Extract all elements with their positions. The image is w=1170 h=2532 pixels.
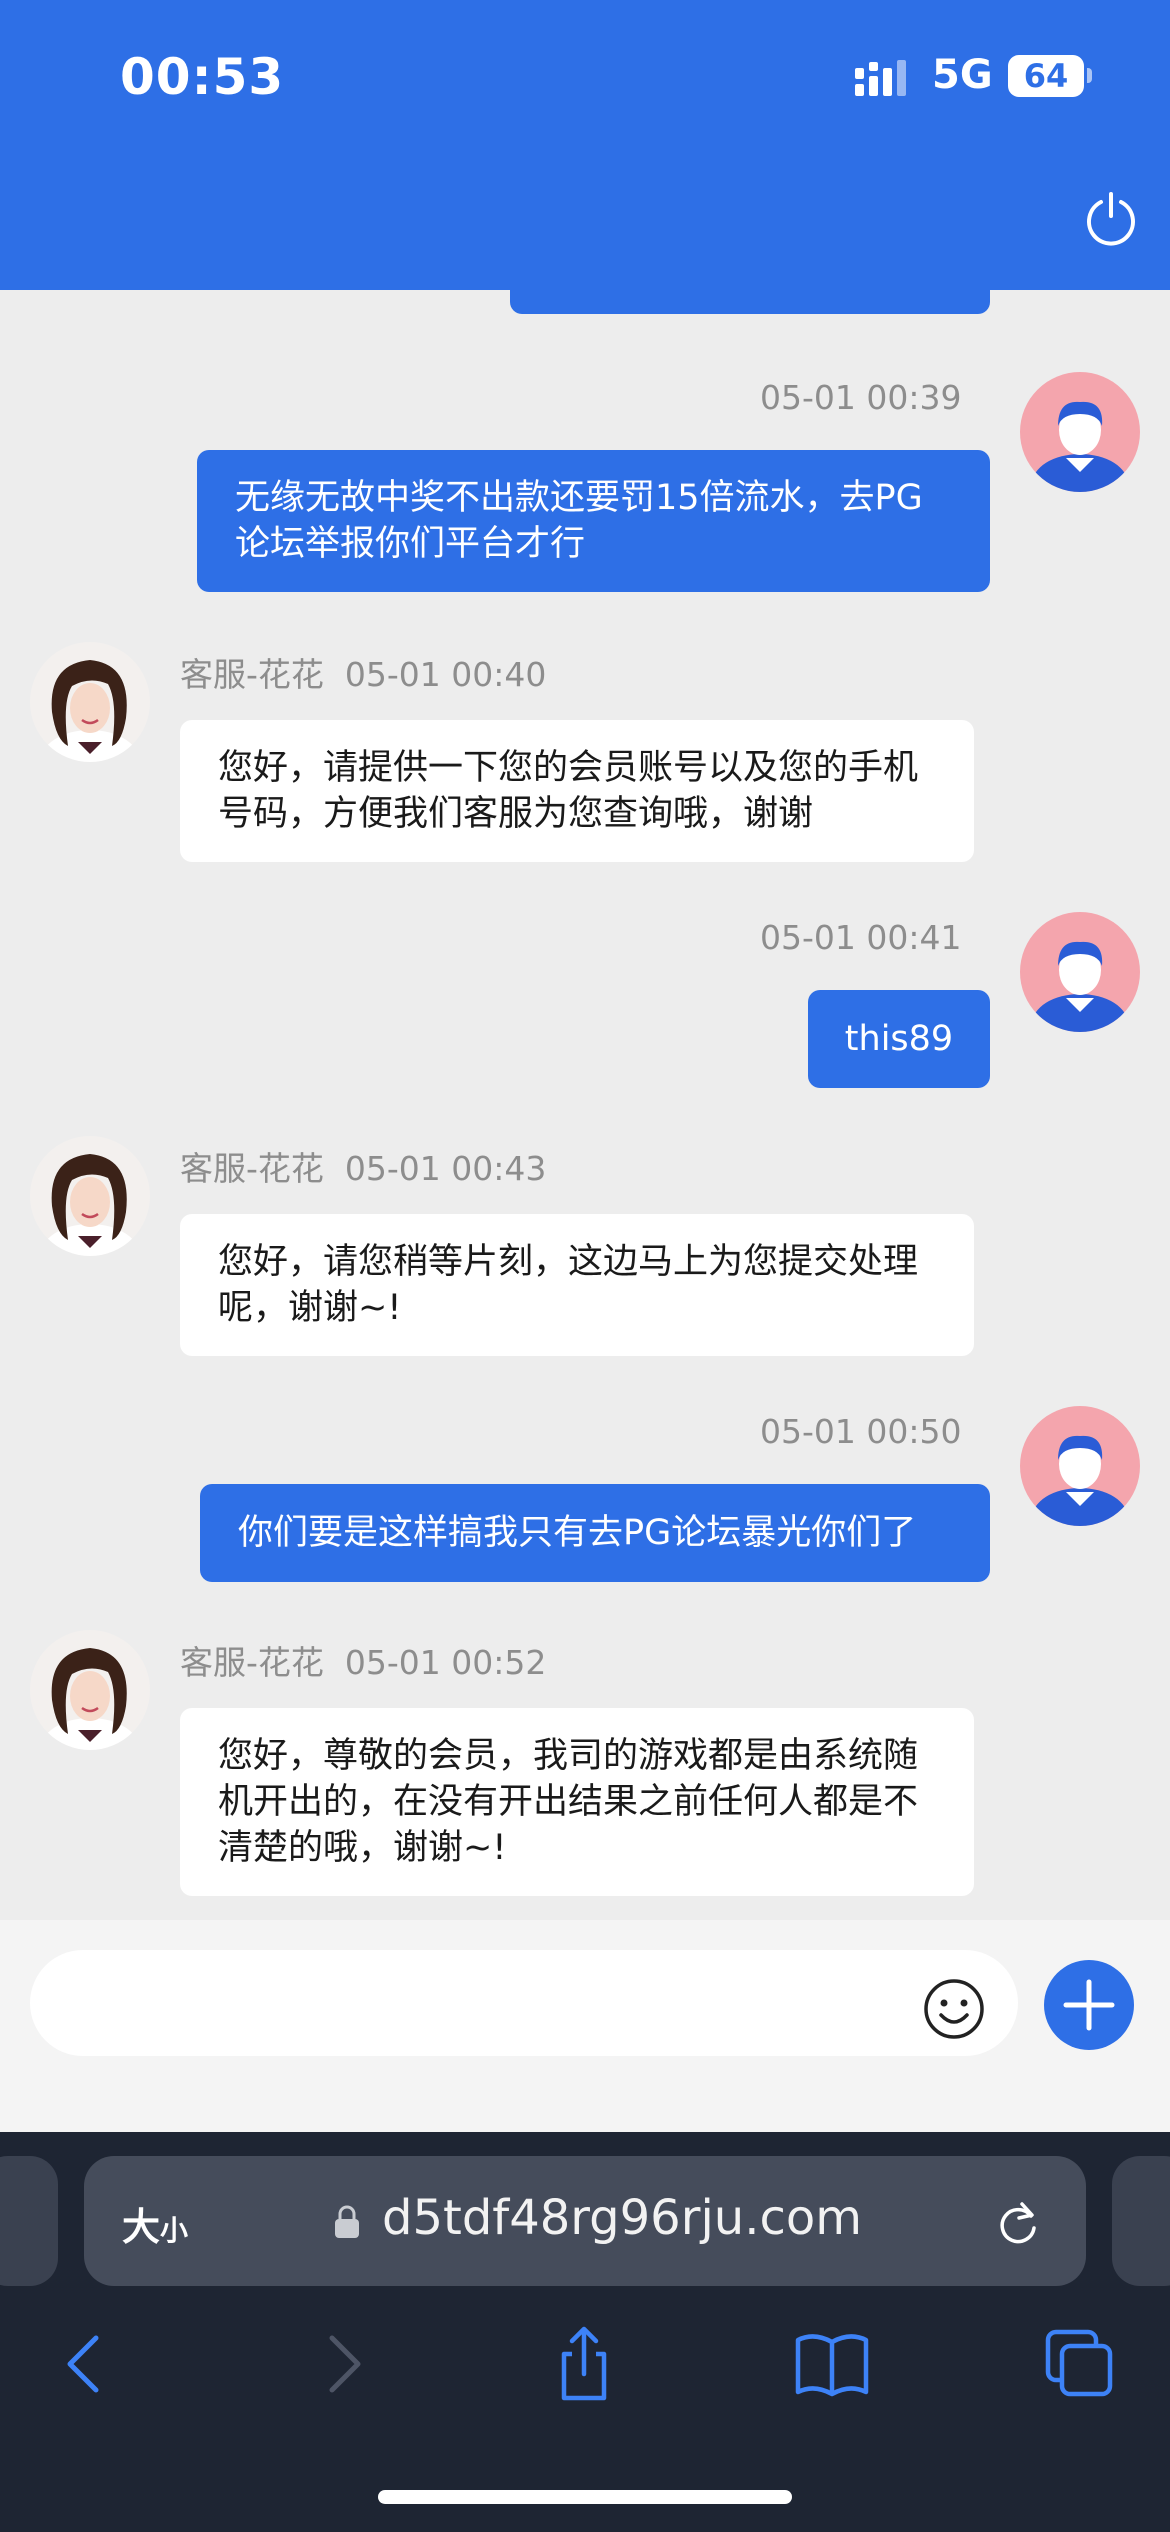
message-time: 05-01 00:40	[344, 655, 547, 694]
url-text: d5tdf48rg96rju.com	[382, 2190, 862, 2246]
power-icon[interactable]	[1083, 190, 1139, 246]
forward-icon[interactable]	[300, 2324, 380, 2404]
back-icon[interactable]	[48, 2324, 128, 2404]
message-time: 05-01 00:41	[760, 918, 962, 957]
message-time: 05-01 00:39	[760, 378, 962, 417]
message-input[interactable]	[30, 1950, 1018, 2056]
plus-icon	[1063, 1979, 1115, 2031]
message-time: 05-01 00:43	[344, 1149, 547, 1188]
message-bubble: 您好，尊敬的会员，我司的游戏都是由系统随机开出的，在没有开出结果之前任何人都是不…	[180, 1708, 974, 1896]
share-icon[interactable]	[544, 2324, 624, 2404]
browser-toolbar: 大小 d5tdf48rg96rju.com	[0, 2132, 1170, 2532]
user-avatar-icon	[1020, 372, 1140, 492]
user-avatar	[1020, 1406, 1140, 1526]
user-avatar	[1020, 912, 1140, 1032]
message-time: 05-01 00:50	[760, 1412, 962, 1451]
message-bubble: this89	[808, 990, 990, 1088]
address-bar[interactable]: 大小 d5tdf48rg96rju.com	[84, 2156, 1086, 2286]
agent-name: 客服-花花	[180, 1149, 324, 1188]
message-bubble: 您好，请提供一下您的会员账号以及您的手机号码，方便我们客服为您查询哦，谢谢	[180, 720, 974, 862]
message-bubble: 你们要是这样搞我只有去PG论坛暴光你们了	[200, 1484, 990, 1582]
agent-name-time: 客服-花花 05-01 00:40	[180, 648, 546, 696]
agent-avatar-image	[30, 1630, 150, 1750]
home-indicator	[378, 2490, 792, 2504]
agent-avatar	[30, 1630, 150, 1750]
tabs-icon[interactable]	[1040, 2324, 1120, 2404]
message-input-bar	[0, 1920, 1170, 2132]
bookmarks-icon[interactable]	[792, 2324, 872, 2404]
emoji-icon[interactable]	[922, 1977, 986, 2041]
network-type: 5G	[932, 52, 993, 98]
status-time: 00:53	[120, 48, 285, 106]
agent-avatar	[30, 642, 150, 762]
battery-level: 64	[1008, 55, 1084, 97]
lock-icon	[335, 2205, 359, 2238]
message-time: 05-01 00:52	[344, 1643, 547, 1682]
agent-name: 客服-花花	[180, 1643, 324, 1682]
app-header: 00:53 5G 64	[0, 0, 1170, 290]
text-size-small-label: 小	[160, 2214, 189, 2247]
add-attachment-button[interactable]	[1044, 1960, 1134, 2050]
text-size-label: 大	[122, 2205, 161, 2249]
agent-avatar-image	[30, 1136, 150, 1256]
agent-name-time: 客服-花花 05-01 00:52	[180, 1636, 546, 1684]
text-size-button[interactable]: 大小	[122, 2196, 188, 2251]
message-bubble-partial	[510, 290, 990, 314]
user-avatar-icon	[1020, 912, 1140, 1032]
signal-icon	[855, 60, 906, 96]
user-avatar	[1020, 372, 1140, 492]
battery-tip	[1087, 68, 1092, 83]
agent-name: 客服-花花	[180, 655, 324, 694]
next-tab[interactable]	[1112, 2156, 1170, 2286]
message-bubble: 您好，请您稍等片刻，这边马上为您提交处理呢，谢谢~!	[180, 1214, 974, 1356]
chat-area[interactable]: 05-01 00:39 无缘无故中奖不出款还要罚15倍流水，去PG论坛举报你们平…	[0, 290, 1170, 1920]
agent-avatar-image	[30, 642, 150, 762]
reload-icon[interactable]	[994, 2198, 1042, 2248]
previous-tab[interactable]	[0, 2156, 58, 2286]
agent-name-time: 客服-花花 05-01 00:43	[180, 1142, 546, 1190]
user-avatar-icon	[1020, 1406, 1140, 1526]
message-bubble: 无缘无故中奖不出款还要罚15倍流水，去PG论坛举报你们平台才行	[197, 450, 990, 592]
agent-avatar	[30, 1136, 150, 1256]
